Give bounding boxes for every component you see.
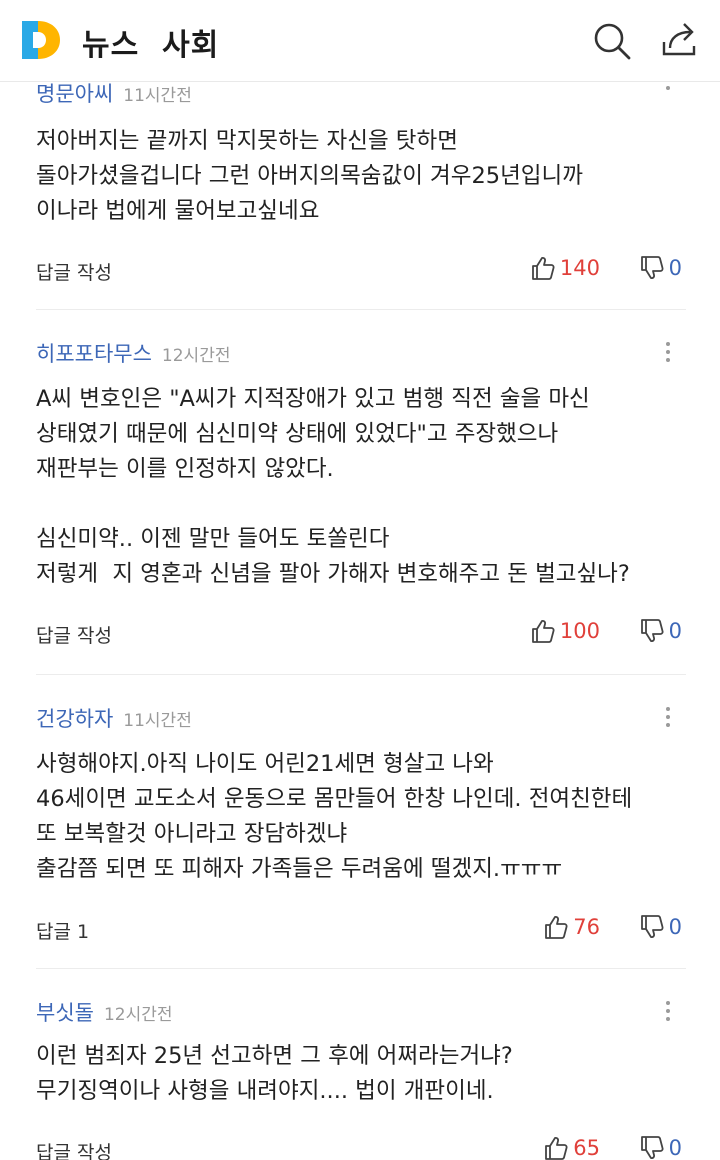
daum-logo[interactable] (20, 19, 62, 61)
comment-line: 저아버지는 끝까지 막지못하는 자신을 탓하면 (36, 128, 458, 154)
comment-footer: 답글 1 76 0 (36, 914, 686, 944)
like-button[interactable]: 76 (543, 914, 600, 944)
reply-button[interactable]: 답글 작성 (36, 621, 112, 648)
comment-line (36, 487, 630, 522)
share-icon[interactable] (658, 20, 698, 60)
more-options-icon[interactable] (664, 707, 672, 731)
thumbs-down-icon (640, 256, 664, 279)
comment-body: A씨 변호인은 "A씨가 지적장애가 있고 범행 직전 술을 마신 상태였기 때… (36, 382, 630, 592)
comment-footer: 답글 작성 140 0 (36, 255, 686, 285)
comment-author[interactable]: 건강하자 (36, 707, 113, 731)
dislike-button[interactable]: 0 (639, 618, 682, 648)
dislike-button[interactable]: 0 (639, 914, 682, 944)
comment-line: 재판부는 이를 인정하지 않았다. (36, 456, 334, 482)
comment-line: 46세이면 교도소서 운동으로 몸만들어 한창 나인데. 전여친한테 (36, 786, 633, 812)
comment-line: 또 보복할것 아니라고 장담하겠냐 (36, 821, 348, 847)
comment-author[interactable]: 명문아씨 (36, 82, 113, 106)
comment-footer: 답글 작성 65 0 (36, 1135, 686, 1160)
page-title: 뉴스 사회 (82, 28, 220, 63)
thumbs-up-icon (532, 257, 555, 280)
like-count: 140 (559, 256, 600, 280)
comment-header: 부싯돌 12시간전 (36, 997, 173, 1025)
comment-body: 사형해야지.아직 나이도 어린21세면 형살고 나와 46세이면 교도소서 운동… (36, 747, 632, 887)
comment-line: 사형해야지.아직 나이도 어린21세면 형살고 나와 (36, 751, 494, 777)
comment-author[interactable]: 부싯돌 (36, 1001, 94, 1025)
comment-time: 11시간전 (123, 85, 192, 106)
comment-time: 11시간전 (123, 710, 192, 731)
thumbs-down-icon (640, 1136, 664, 1159)
dislike-count: 0 (668, 256, 682, 280)
comment-line: 돌아가셨을겁니다 그런 아버지의목숨값이 겨우25년입니까 (36, 163, 583, 189)
comment-line: 저렇게 지 영혼과 신념을 팔아 가해자 변호해주고 돈 벌고싶나? (36, 561, 630, 587)
like-button[interactable]: 65 (543, 1135, 600, 1160)
comment-time: 12시간전 (161, 345, 231, 366)
like-count: 100 (559, 619, 600, 643)
reply-button[interactable]: 답글 작성 (36, 258, 112, 285)
comment-divider (36, 968, 686, 969)
comment-line: 출감쯤 되면 또 피해자 가족들은 두려움에 떨겠지.ㅠㅠㅠ (36, 856, 563, 882)
comment-header: 히포포타무스 12시간전 (36, 338, 230, 366)
comment-divider (36, 674, 686, 675)
thumbs-up-icon (545, 916, 568, 939)
comment-body: 저아버지는 끝까지 막지못하는 자신을 탓하면 돌아가셨을겁니다 그런 아버지의… (36, 124, 583, 229)
thumbs-down-icon (640, 619, 664, 642)
comment-line: 상태였기 때문에 심신미약 상태에 있었다"고 주장했으나 (36, 421, 559, 447)
thumbs-up-icon (532, 620, 555, 643)
like-count: 65 (573, 1136, 600, 1160)
comment-line: 심신미약.. 이젠 말만 들어도 토쏠린다 (36, 526, 390, 552)
comment-header: 건강하자 11시간전 (36, 703, 192, 731)
app-header: 뉴스 사회 (0, 0, 720, 82)
like-button[interactable]: 140 (530, 255, 600, 285)
dislike-count: 0 (668, 619, 682, 643)
comment-time: 12시간전 (103, 1004, 173, 1025)
reply-button[interactable]: 답글 1 (36, 917, 89, 944)
comment-author[interactable]: 히포포타무스 (36, 342, 152, 366)
comment-line: 이나라 법에게 물어보고싶네요 (36, 198, 320, 224)
dislike-count: 0 (668, 1136, 682, 1160)
dislike-button[interactable]: 0 (639, 255, 682, 285)
reply-button[interactable]: 답글 작성 (36, 1138, 112, 1160)
dislike-count: 0 (668, 915, 682, 939)
thumbs-down-icon (640, 915, 664, 938)
like-count: 76 (573, 915, 600, 939)
like-button[interactable]: 100 (530, 618, 600, 648)
thumbs-up-icon (545, 1137, 568, 1160)
search-icon[interactable] (592, 20, 632, 60)
more-options-icon[interactable] (664, 342, 672, 366)
comment-line: A씨 변호인은 "A씨가 지적장애가 있고 범행 직전 술을 마신 (36, 386, 590, 412)
more-options-icon[interactable] (664, 1001, 672, 1025)
comment-body: 이런 범죄자 25년 선고하면 그 후에 어쩌라는거냐? 무기징역이나 사형을 … (36, 1039, 513, 1109)
comment-header: 명문아씨 11시간전 (36, 78, 192, 106)
dislike-button[interactable]: 0 (639, 1135, 682, 1160)
comment-line: 이런 범죄자 25년 선고하면 그 후에 어쩌라는거냐? (36, 1043, 513, 1069)
comment-line: 무기징역이나 사형을 내려야지.... 법이 개판이네. (36, 1078, 494, 1104)
comment-footer: 답글 작성 100 0 (36, 618, 686, 648)
comment-divider (36, 309, 686, 310)
